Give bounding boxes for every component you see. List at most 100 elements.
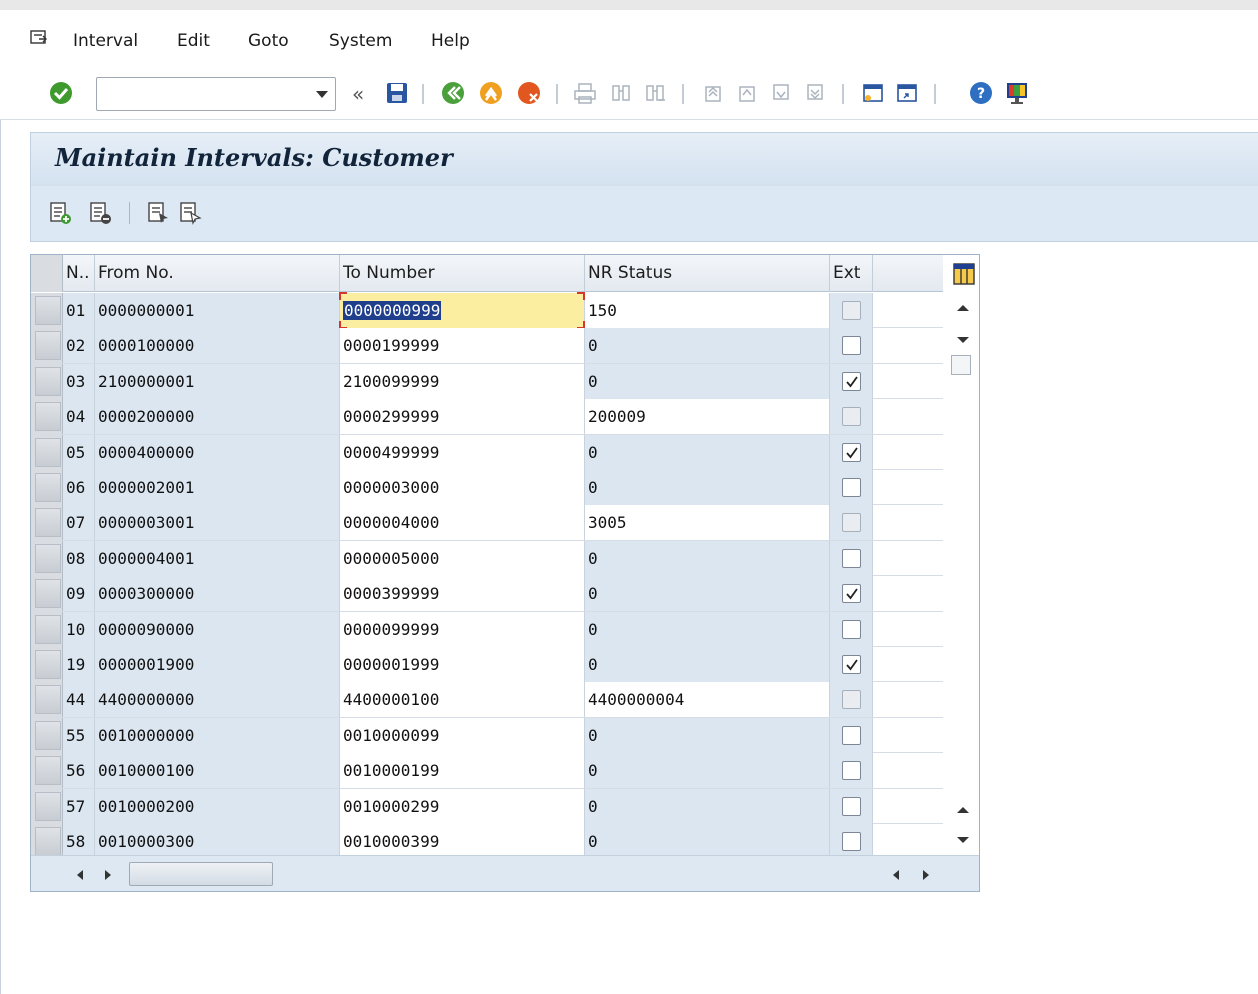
to-number-input[interactable]: 0000099999 [340,611,585,647]
external-checkbox[interactable] [842,442,861,462]
external-checkbox[interactable] [842,478,861,497]
select-all-icon[interactable] [147,200,171,226]
horizontal-scrollbar[interactable] [31,855,979,891]
first-page-icon[interactable] [700,80,726,106]
menu-goto[interactable]: Goto [248,31,289,51]
row-selector[interactable] [31,363,63,399]
scroll-right-icon[interactable] [921,868,931,882]
row-selector[interactable] [31,293,63,328]
row-selector[interactable] [31,505,63,541]
find-icon[interactable] [608,80,634,106]
row-selector[interactable] [31,328,63,364]
column-configuration-icon[interactable] [953,263,975,285]
scroll-left-icon[interactable] [891,868,901,882]
column-header-from[interactable]: From No. [95,255,340,292]
external-checkbox[interactable] [842,584,861,604]
external-checkbox[interactable] [842,548,861,568]
row-selector[interactable] [31,682,63,718]
row-select-button[interactable] [35,331,61,361]
select-all-rows-button[interactable] [31,255,63,292]
scroll-left-icon[interactable] [75,868,85,882]
external-checkbox[interactable] [842,619,861,639]
row-select-button[interactable] [35,791,61,821]
delete-interval-icon[interactable] [89,200,113,226]
to-number-input[interactable]: 2100099999 [340,363,585,399]
row-selector[interactable] [31,753,63,789]
menu-interval[interactable]: Interval [73,31,138,51]
external-checkbox[interactable] [842,796,861,816]
to-number-input[interactable]: 0000004000 [340,505,585,541]
row-select-button[interactable] [35,614,61,644]
insert-interval-icon[interactable] [49,200,73,226]
row-selector[interactable] [31,647,63,682]
row-selector[interactable] [31,611,63,647]
external-checkbox[interactable] [842,301,861,320]
scroll-right-icon[interactable] [103,868,113,882]
external-checkbox[interactable] [842,513,861,533]
row-selector[interactable] [31,576,63,612]
next-page-icon[interactable] [768,80,794,106]
find-next-icon[interactable] [642,80,668,106]
row-selector[interactable] [31,788,63,824]
to-number-input[interactable]: 0010000199 [340,753,585,789]
help-icon[interactable]: ? [968,80,994,106]
to-number-input[interactable]: 0000003000 [340,470,585,505]
row-select-button[interactable] [35,650,61,679]
row-select-button[interactable] [35,579,61,609]
scroll-down-icon[interactable] [955,335,971,345]
row-select-button[interactable] [35,296,61,325]
shortcut-icon[interactable] [894,80,920,106]
scroll-thumb[interactable] [951,355,971,375]
row-select-button[interactable] [35,508,61,538]
to-number-input[interactable]: 0000199999 [340,328,585,364]
row-select-button[interactable] [35,720,61,750]
back-icon[interactable] [440,80,466,106]
menu-system[interactable]: System [329,31,392,51]
scroll-page-down-icon[interactable] [955,835,971,845]
external-checkbox[interactable] [842,336,861,356]
row-select-button[interactable] [35,685,61,715]
menu-help[interactable]: Help [431,31,470,51]
to-number-input[interactable]: 0000000999 [339,292,585,329]
row-selector[interactable] [31,824,63,859]
to-number-input[interactable]: 0000001999 [340,647,585,682]
to-number-input[interactable]: 0010000099 [340,717,585,753]
row-select-button[interactable] [35,473,61,502]
collapse-toolbar-icon[interactable]: « [352,82,364,106]
row-select-button[interactable] [35,366,61,396]
row-select-button[interactable] [35,402,61,432]
command-field[interactable] [96,77,336,111]
row-select-button[interactable] [35,756,61,786]
external-checkbox[interactable] [842,690,861,710]
horizontal-scroll-thumb[interactable] [129,862,273,886]
external-checkbox[interactable] [842,761,861,781]
column-header-nr-status[interactable]: NR Status [585,255,830,292]
customize-layout-icon[interactable] [1004,80,1030,106]
row-select-button[interactable] [35,437,61,467]
external-checkbox[interactable] [842,407,861,427]
command-input[interactable] [97,78,305,110]
to-number-input[interactable]: 0010000299 [340,788,585,824]
print-icon[interactable] [572,80,598,106]
external-checkbox[interactable] [842,725,861,745]
row-selector[interactable] [31,717,63,753]
row-select-button[interactable] [35,827,61,856]
to-number-input[interactable]: 0010000399 [340,824,585,859]
vertical-scrollbar[interactable] [943,255,979,855]
external-checkbox[interactable] [842,655,861,674]
external-checkbox[interactable] [842,832,861,851]
previous-page-icon[interactable] [734,80,760,106]
scroll-up-icon[interactable] [955,303,971,313]
cancel-icon[interactable] [516,80,542,106]
external-checkbox[interactable] [842,371,861,391]
to-number-input[interactable]: 0000299999 [340,399,585,435]
deselect-all-icon[interactable] [179,200,203,226]
menu-edit[interactable]: Edit [177,31,210,51]
create-session-icon[interactable] [860,80,886,106]
column-header-ext[interactable]: Ext [830,255,873,292]
row-selector[interactable] [31,540,63,576]
column-header-to[interactable]: To Number [340,255,585,292]
menu-icon[interactable] [30,30,48,46]
to-number-input[interactable]: 0000499999 [340,434,585,470]
row-selector[interactable] [31,434,63,470]
